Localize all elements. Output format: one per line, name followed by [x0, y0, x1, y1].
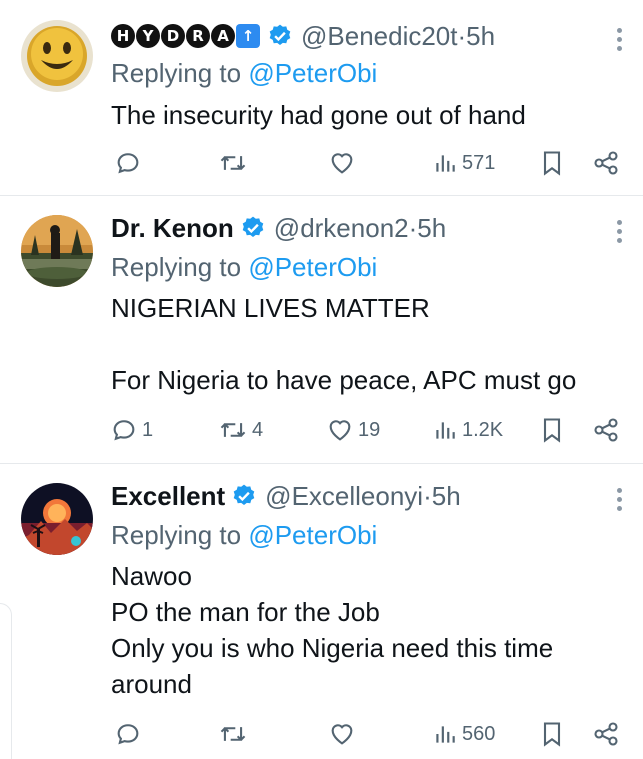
tweet-header: H Y D R A ↑ @Benedic20t · 5h [111, 20, 495, 52]
night-scene-icon [21, 483, 93, 555]
retweet-icon [220, 156, 246, 170]
view-count: 571 [462, 151, 496, 174]
tweet-actions: 560 [108, 718, 623, 750]
more-options-icon[interactable] [617, 220, 623, 247]
name-badge-y: Y [136, 24, 160, 48]
timestamp[interactable]: 5h [466, 20, 495, 52]
like-button[interactable] [328, 718, 360, 750]
reply-icon [117, 153, 139, 174]
tweet-header: Excellent @Excelleonyi · 5h [111, 480, 461, 512]
tweet-3[interactable]: Excellent @Excelleonyi · 5h Replying to … [0, 464, 643, 759]
retweet-button[interactable]: 4 [218, 414, 263, 446]
user-handle[interactable]: @drkenon2 [274, 212, 409, 244]
retweet-icon [220, 423, 246, 437]
views-icon [436, 726, 455, 743]
tweet-text: Nawoo PO the man for the Job Only you is… [111, 561, 554, 699]
bookmark-button[interactable] [540, 147, 564, 179]
like-count: 19 [358, 418, 381, 441]
share-icon [594, 151, 618, 175]
avatar[interactable] [21, 215, 93, 287]
retweet-count: 4 [252, 418, 264, 441]
user-handle[interactable]: @Benedic20t [301, 20, 458, 52]
reply-button[interactable]: 1 [110, 414, 153, 446]
bookmark-icon [543, 722, 561, 747]
name-badge-h: H [111, 24, 135, 48]
view-count: 1.2K [462, 418, 504, 441]
replying-to: Replying to @PeterObi [111, 520, 377, 551]
separator: · [408, 213, 418, 243]
more-options-icon[interactable] [617, 488, 623, 515]
heart-icon [329, 420, 351, 441]
mention-link[interactable]: @PeterObi [248, 58, 377, 88]
up-arrow-icon: ↑ [236, 24, 260, 48]
reply-button[interactable] [114, 718, 146, 750]
like-button[interactable] [328, 147, 360, 179]
bookmark-icon [543, 151, 561, 176]
like-button[interactable]: 19 [326, 414, 380, 446]
replying-label: Replying to [111, 58, 249, 88]
reply-button[interactable] [114, 147, 146, 179]
reply-count: 1 [142, 418, 154, 441]
name-badge-a: A [211, 24, 235, 48]
share-button[interactable] [592, 414, 620, 446]
reply-icon [113, 420, 135, 441]
tweet-header: Dr. Kenon @drkenon2 · 5h [111, 212, 446, 244]
separator: · [457, 21, 467, 51]
retweet-button[interactable] [218, 718, 252, 750]
smiley-face-icon [21, 20, 93, 92]
display-name[interactable]: Dr. Kenon [111, 212, 234, 244]
share-button[interactable] [592, 718, 620, 750]
more-options-icon[interactable] [617, 28, 623, 55]
views-icon [436, 155, 455, 172]
display-name[interactable]: H Y D R A ↑ [111, 24, 261, 48]
retweet-button[interactable] [218, 147, 252, 179]
tweet-text: The insecurity had gone out of hand [111, 100, 526, 130]
avatar[interactable] [21, 20, 93, 92]
views-button[interactable]: 571 [432, 147, 495, 179]
bookmark-icon [543, 418, 561, 443]
bookmark-button[interactable] [540, 718, 564, 750]
separator: · [423, 481, 432, 511]
user-handle[interactable]: @Excelleonyi [265, 480, 423, 512]
replying-label: Replying to [111, 252, 249, 282]
replying-to: Replying to @PeterObi [111, 58, 377, 89]
name-badge-d: D [161, 24, 185, 48]
tweet-actions: 1 4 19 1.2K [108, 414, 623, 446]
mention-link[interactable]: @PeterObi [248, 520, 377, 550]
name-badge-r: R [186, 24, 210, 48]
mention-link[interactable]: @PeterObi [248, 252, 377, 282]
view-count: 560 [462, 722, 496, 745]
share-button[interactable] [592, 147, 620, 179]
timestamp[interactable]: 5h [417, 212, 446, 244]
verified-badge-icon [233, 484, 255, 505]
replying-to: Replying to @PeterObi [111, 252, 377, 283]
side-panel-edge [0, 603, 12, 759]
avatar[interactable] [21, 483, 93, 555]
verified-badge-icon [242, 216, 264, 237]
share-icon [594, 722, 618, 746]
retweet-icon [220, 727, 246, 741]
heart-icon [331, 724, 353, 745]
views-button[interactable]: 560 [432, 718, 495, 750]
share-icon [594, 418, 618, 442]
heart-icon [331, 153, 353, 174]
tweet-2[interactable]: Dr. Kenon @drkenon2 · 5h Replying to @Pe… [0, 196, 643, 464]
tweet-1[interactable]: H Y D R A ↑ @Benedic20t · 5h Replying to… [0, 0, 643, 196]
sunset-field-icon [21, 215, 93, 287]
verified-badge-icon [269, 24, 291, 45]
views-icon [436, 422, 455, 439]
display-name[interactable]: Excellent [111, 480, 225, 512]
views-button[interactable]: 1.2K [432, 414, 503, 446]
bookmark-button[interactable] [540, 414, 564, 446]
tweet-text: NIGERIAN LIVES MATTER For Nigeria to hav… [111, 293, 577, 395]
replying-label: Replying to [111, 520, 249, 550]
tweet-actions: 571 [108, 147, 623, 179]
reply-icon [117, 724, 139, 745]
timestamp[interactable]: 5h [432, 480, 461, 512]
